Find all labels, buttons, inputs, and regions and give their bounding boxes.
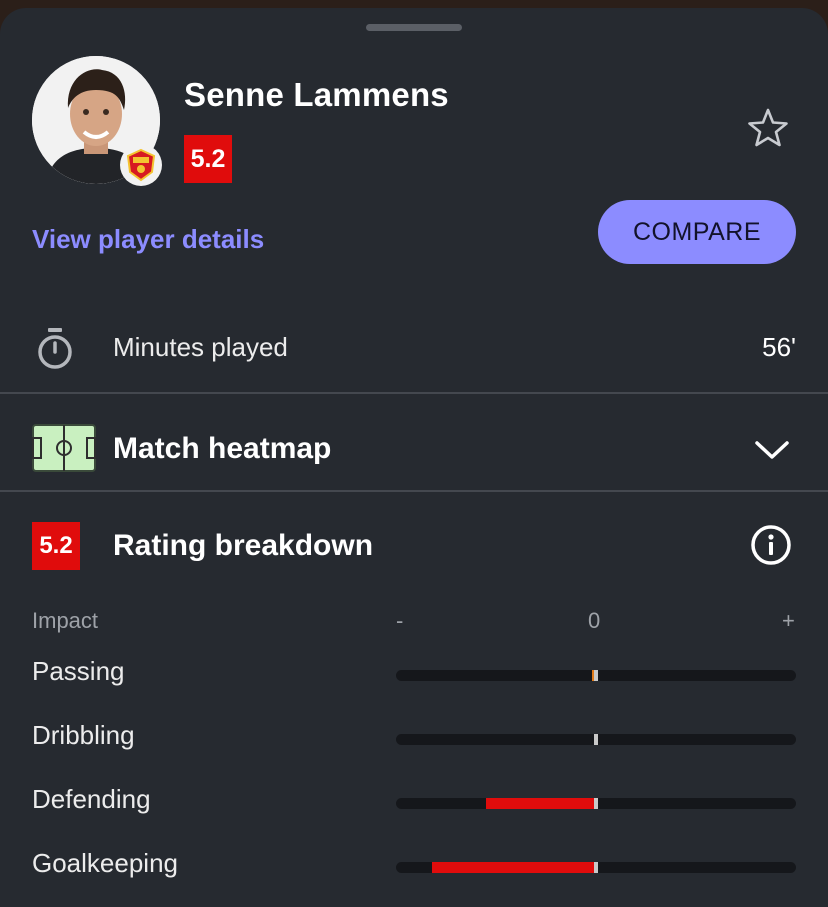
- match-heatmap-title: Match heatmap: [113, 432, 332, 465]
- view-player-details-link[interactable]: View player details: [32, 224, 264, 255]
- zero-marker: [594, 670, 598, 681]
- minutes-played-row: Minutes played 56': [0, 312, 828, 392]
- impact-fill: [486, 798, 596, 809]
- player-sheet: Senne Lammens 5.2 View player details CO…: [0, 8, 828, 907]
- minutes-played-value: 56': [762, 332, 796, 362]
- impact-row-defending: Defending: [0, 780, 828, 820]
- impact-bar: [396, 734, 796, 745]
- scale-negative-label: -: [396, 608, 404, 633]
- chevron-down-icon[interactable]: [754, 438, 790, 462]
- player-name: Senne Lammens: [184, 76, 449, 113]
- impact-bar: [396, 798, 796, 809]
- impact-label: Impact: [32, 608, 99, 633]
- impact-bar: [396, 670, 796, 681]
- compare-button[interactable]: COMPARE: [598, 200, 796, 264]
- pitch-icon: [32, 424, 96, 472]
- impact-row-passing: Passing: [0, 652, 828, 692]
- rating-breakdown-badge: 5.2: [32, 522, 80, 570]
- zero-marker: [594, 798, 598, 809]
- club-crest-icon: [120, 144, 162, 186]
- impact-fill: [432, 862, 596, 873]
- zero-marker: [594, 734, 598, 745]
- rating-breakdown-title: Rating breakdown: [113, 529, 374, 562]
- stopwatch-icon: [34, 326, 76, 372]
- impact-name: Goalkeeping: [32, 848, 178, 878]
- impact-name: Defending: [32, 784, 151, 814]
- rating-breakdown-header: 5.2 Rating breakdown: [0, 492, 828, 588]
- impact-bar: [396, 862, 796, 873]
- impact-name: Passing: [32, 656, 125, 686]
- impact-name: Dribbling: [32, 720, 135, 750]
- zero-marker: [594, 862, 598, 873]
- match-heatmap-row[interactable]: Match heatmap: [0, 394, 828, 490]
- impact-scale-header: Impact - 0 +: [0, 606, 828, 636]
- scale-zero-label: 0: [588, 608, 601, 633]
- star-icon[interactable]: [746, 106, 790, 150]
- scale-positive-label: +: [782, 608, 795, 633]
- drag-handle[interactable]: [366, 24, 462, 31]
- impact-row-dribbling: Dribbling: [0, 716, 828, 756]
- impact-row-goalkeeping: Goalkeeping: [0, 844, 828, 884]
- minutes-played-label: Minutes played: [113, 332, 288, 362]
- info-icon[interactable]: [750, 524, 792, 566]
- player-rating-badge: 5.2: [184, 135, 232, 183]
